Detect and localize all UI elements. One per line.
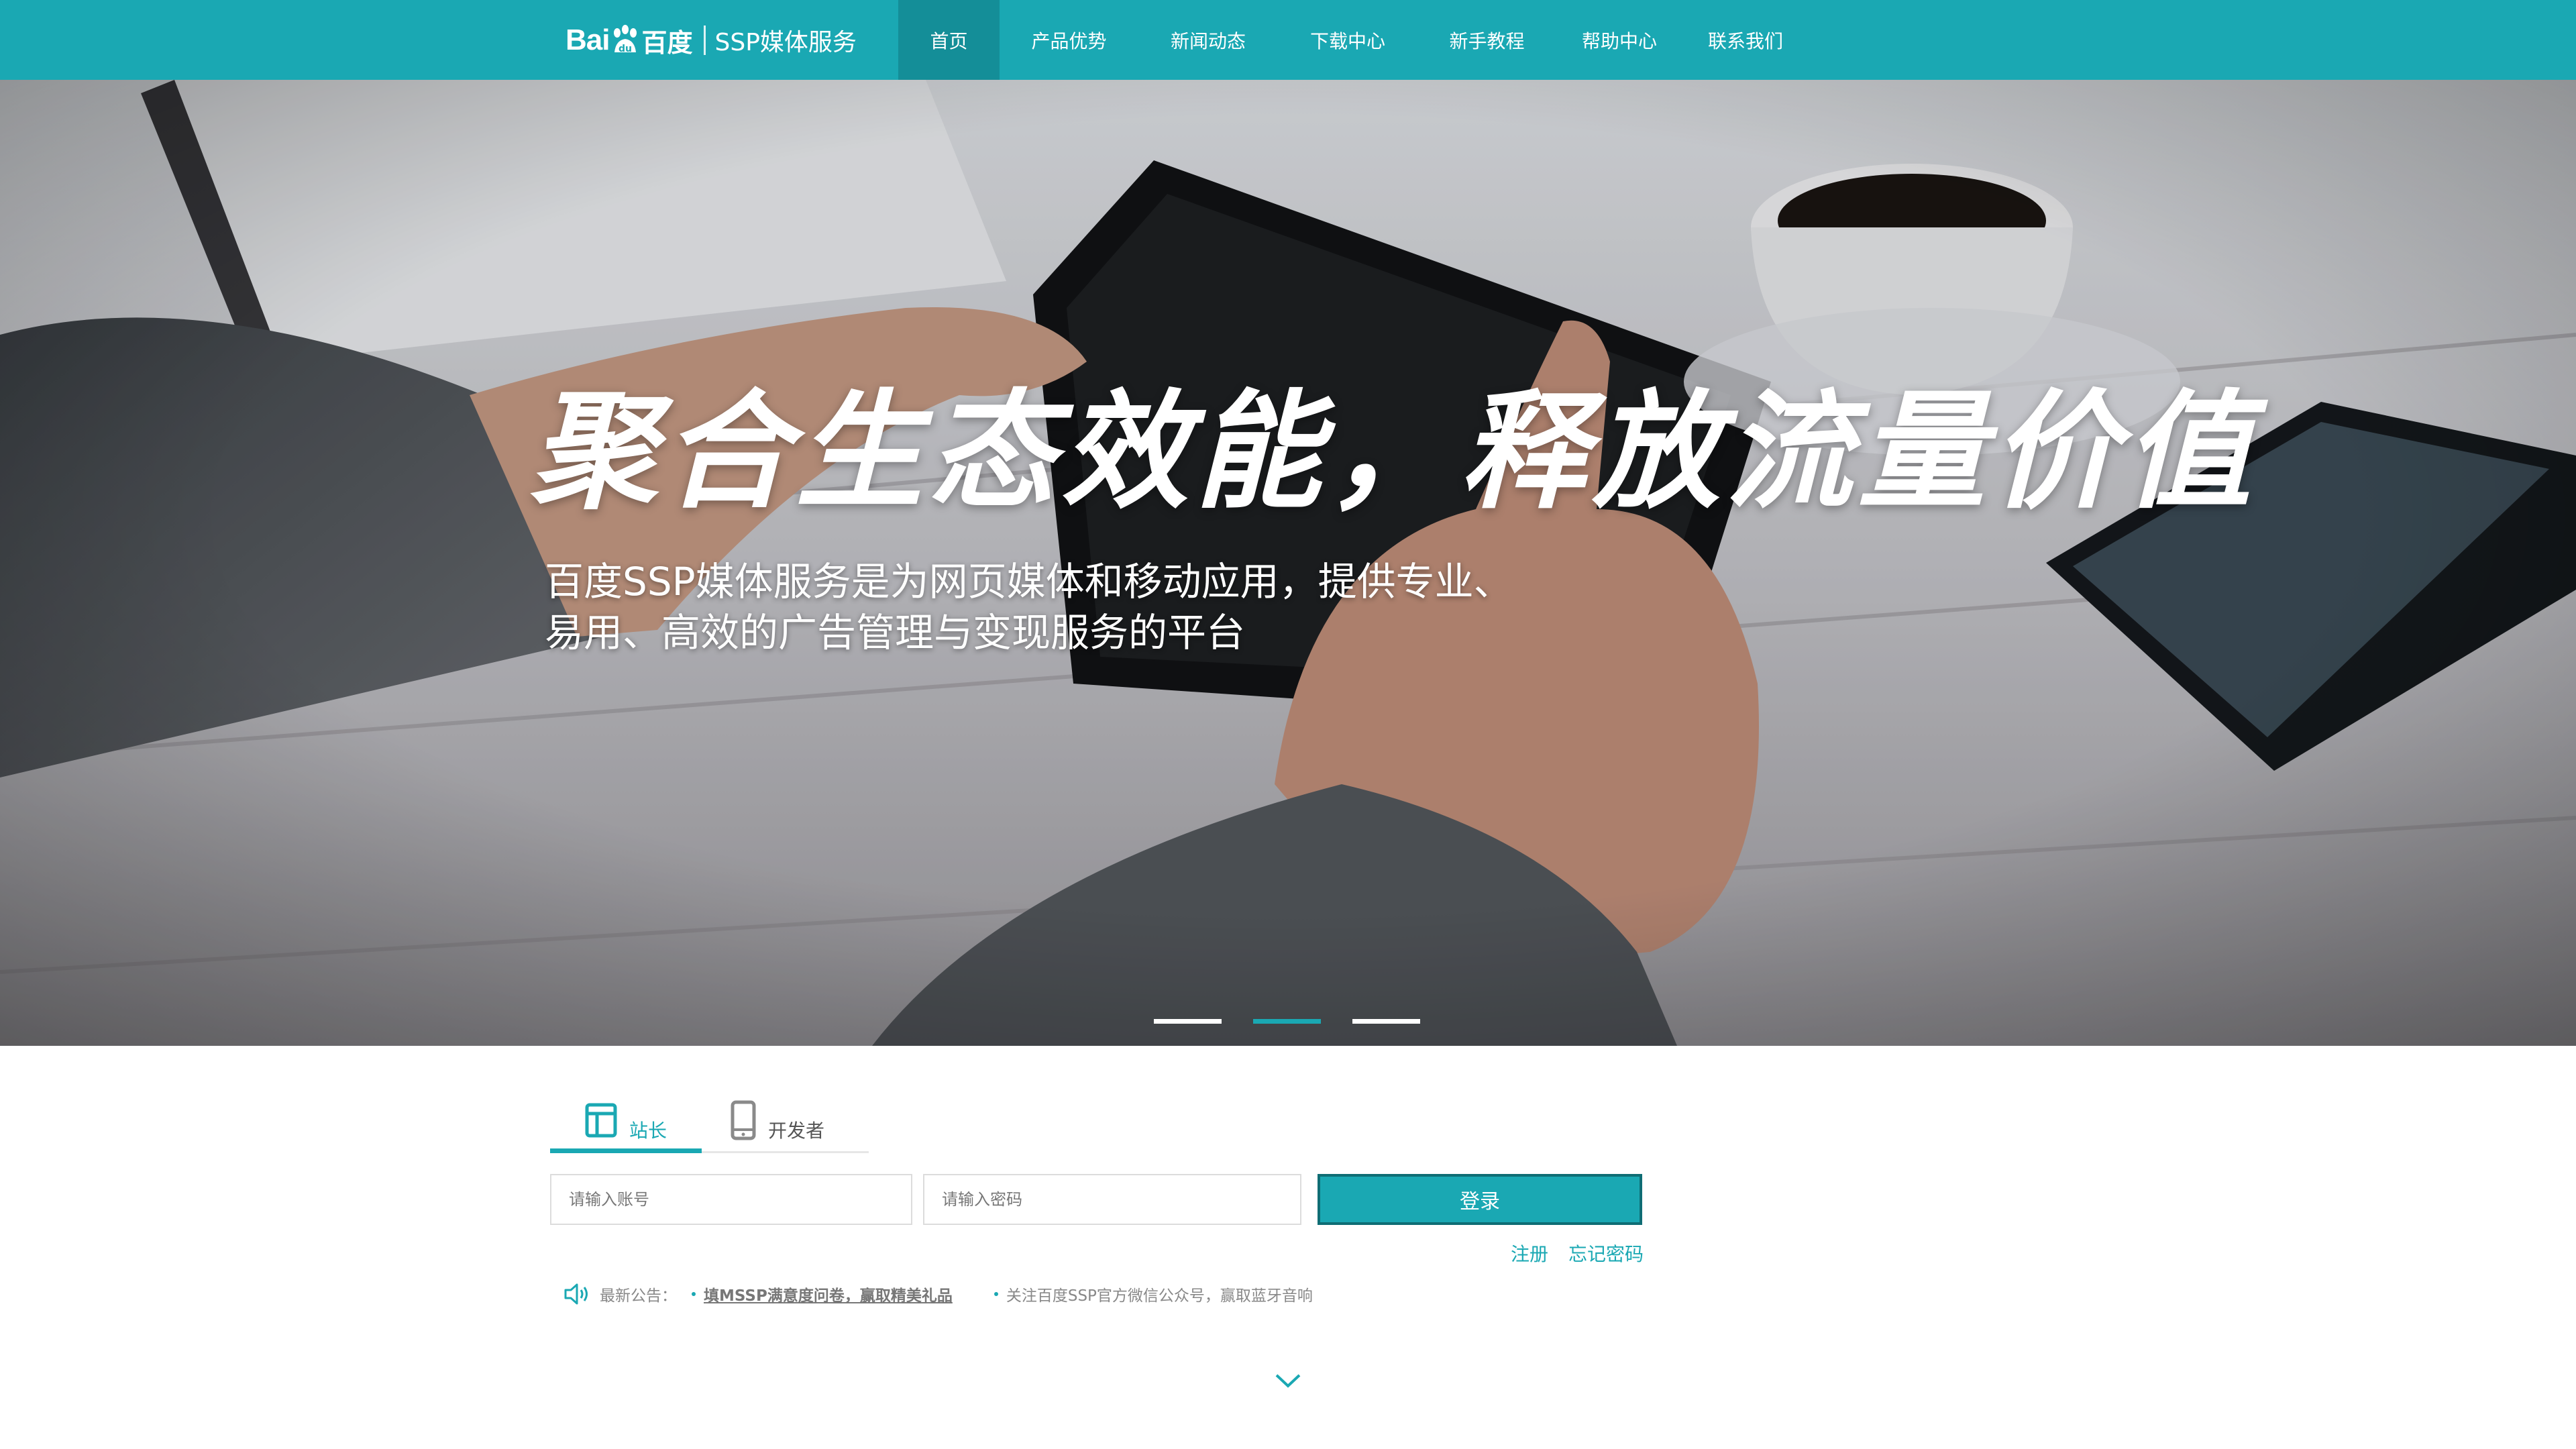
- account-links: 注册 忘记密码: [1511, 1240, 1644, 1267]
- carousel-dot-3[interactable]: [1352, 1019, 1420, 1024]
- speaker-icon: [564, 1283, 588, 1305]
- nav-item-download-center[interactable]: 下载中心: [1278, 0, 1417, 80]
- hero-slogan: 聚合生态效能，释放流量价值: [530, 376, 2257, 526]
- hero-description-line-1: 百度SSP媒体服务是为网页媒体和移动应用，提供专业、: [545, 559, 1513, 604]
- password-input[interactable]: [923, 1174, 1301, 1225]
- nav-item-beginner-tutorial[interactable]: 新手教程: [1417, 0, 1556, 80]
- account-input[interactable]: [550, 1174, 912, 1225]
- chevron-down-icon[interactable]: [1275, 1373, 1301, 1389]
- nav-item-product-advantages[interactable]: 产品优势: [1000, 0, 1138, 80]
- login-form: 登录: [550, 1174, 1644, 1228]
- top-navigation-bar: Bai du 百度 SSP媒体服务 首页 产品优势 新闻动态 下载中心 新手教程…: [0, 0, 2576, 80]
- login-button[interactable]: 登录: [1318, 1174, 1642, 1225]
- carousel-indicators: [1154, 1019, 1420, 1024]
- bullet-dot: [692, 1292, 696, 1296]
- tab-developer-label: 开发者: [767, 1119, 824, 1142]
- logo-product-name: SSP媒体服务: [714, 29, 857, 56]
- webmaster-icon: [585, 1103, 617, 1137]
- tab-webmaster[interactable]: 站长: [550, 1087, 702, 1153]
- tab-webmaster-label: 站长: [629, 1119, 667, 1142]
- svg-text:du: du: [619, 44, 632, 54]
- carousel-dot-2[interactable]: [1253, 1019, 1321, 1024]
- mobile-phone-icon: [731, 1100, 756, 1140]
- nav-item-help-center[interactable]: 帮助中心: [1556, 0, 1682, 80]
- baidu-ssp-logo[interactable]: Bai du 百度 SSP媒体服务: [566, 12, 857, 68]
- logo-text-baidu: 百度: [641, 28, 693, 58]
- tab-developer[interactable]: 开发者: [702, 1087, 853, 1153]
- register-link[interactable]: 注册: [1511, 1240, 1548, 1267]
- login-panel: 站长 开发者 登录 注册 忘记密码 最新公告： 填MSSP满意度问卷，赢取精美礼…: [550, 1087, 1644, 1305]
- logo-divider: [703, 25, 706, 55]
- nav-item-home[interactable]: 首页: [898, 0, 1000, 80]
- login-role-tabs: 站长 开发者: [550, 1087, 1644, 1154]
- main-nav: 首页 产品优势 新闻动态 下载中心 新手教程 帮助中心 联系我们: [898, 0, 1809, 80]
- announcement-link-survey[interactable]: 填MSSP满意度问卷，赢取精美礼品: [704, 1283, 953, 1305]
- logo-text-bai: Bai: [566, 23, 610, 56]
- hero-description-line-2: 易用、高效的广告管理与变现服务的平台: [545, 610, 1246, 655]
- nav-item-contact-us[interactable]: 联系我们: [1682, 0, 1809, 80]
- announcement-bar: 最新公告： 填MSSP满意度问卷，赢取精美礼品 关注百度SSP官方微信公众号，赢…: [564, 1283, 1313, 1305]
- baidu-paw-icon: du: [614, 25, 637, 54]
- announcement-wechat[interactable]: 关注百度SSP官方微信公众号，赢取蓝牙音响: [1006, 1283, 1313, 1305]
- announcement-prefix: 最新公告：: [600, 1287, 677, 1305]
- nav-item-news[interactable]: 新闻动态: [1138, 0, 1278, 80]
- forgot-password-link[interactable]: 忘记密码: [1568, 1240, 1644, 1267]
- hero-banner: 聚合生态效能，释放流量价值 百度SSP媒体服务是为网页媒体和移动应用，提供专业、…: [0, 80, 2576, 1046]
- hero-description: 百度SSP媒体服务是为网页媒体和移动应用，提供专业、 易用、高效的广告管理与变现…: [545, 556, 1551, 658]
- bullet-dot: [994, 1292, 998, 1296]
- carousel-dot-1[interactable]: [1154, 1019, 1222, 1024]
